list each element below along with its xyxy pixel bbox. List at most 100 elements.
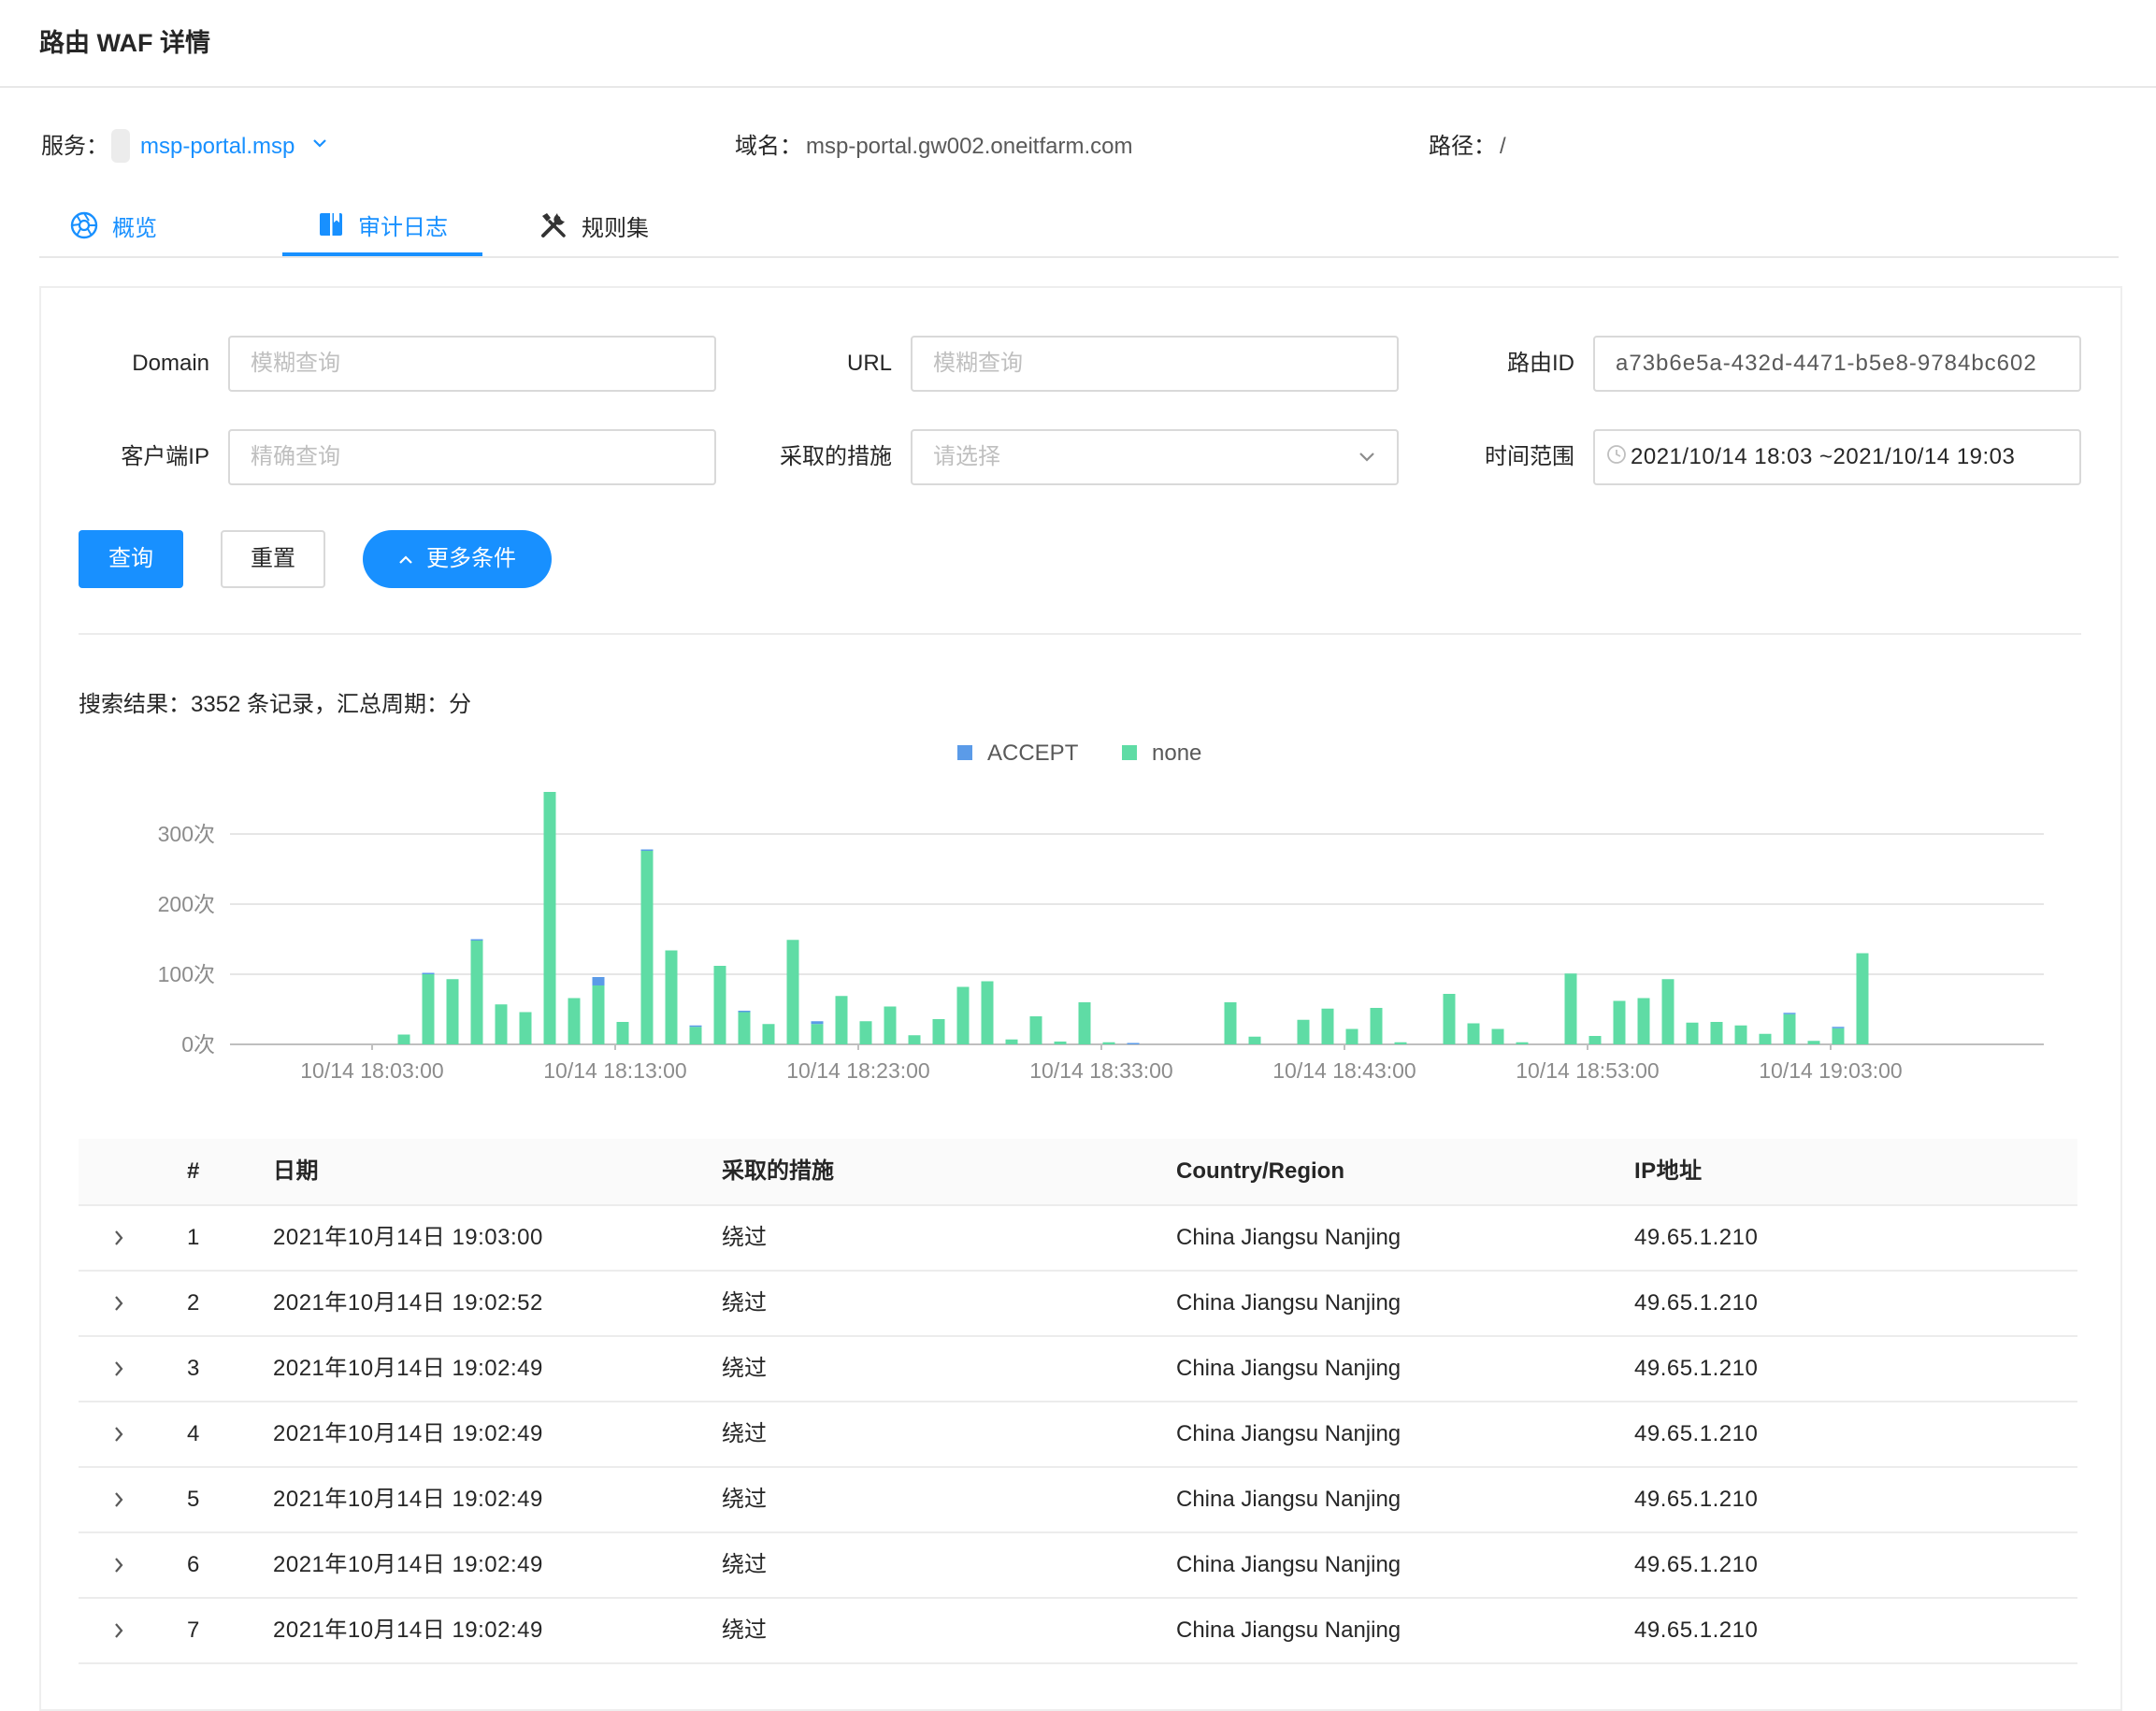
table-row[interactable]: 1 2021年10月14日 19:03:00 绕过 China Jiangsu Nan… xyxy=(79,1206,2077,1272)
bar-none[interactable] xyxy=(1370,1008,1383,1044)
url-filter-input[interactable] xyxy=(911,336,1399,392)
bar-none[interactable] xyxy=(835,996,848,1044)
bar-none[interactable] xyxy=(519,1012,532,1045)
bar-none[interactable] xyxy=(1856,953,1869,1045)
bar-none[interactable] xyxy=(1491,1028,1504,1045)
table-row[interactable]: 4 2021年10月14日 19:02:49 绕过 China Jiangsu Nan… xyxy=(79,1402,2077,1468)
bar-none[interactable] xyxy=(1102,1042,1115,1044)
domain-filter-input[interactable] xyxy=(228,336,716,392)
tab-audit-log[interactable]: 审计日志 xyxy=(282,196,482,256)
table-row[interactable]: 5 2021年10月14日 19:02:49 绕过 China Jiangsu Nan… xyxy=(79,1468,2077,1533)
bar-accept[interactable] xyxy=(640,849,654,852)
bar-none[interactable] xyxy=(1661,979,1674,1044)
bar-none[interactable] xyxy=(422,974,435,1044)
tab-rules[interactable]: 规则集 xyxy=(539,196,649,254)
bar-none[interactable] xyxy=(640,851,654,1044)
bar-none[interactable] xyxy=(1005,1039,1018,1044)
tab-rules-label: 规则集 xyxy=(582,215,649,241)
row-date: 2021年10月14日 19:02:49 xyxy=(273,1356,543,1381)
expand-chevron-icon[interactable] xyxy=(112,1599,125,1688)
time-range-picker[interactable]: 2021/10/14 18:03 ~2021/10/14 19:03 xyxy=(1593,429,2081,485)
bar-none[interactable] xyxy=(932,1019,945,1044)
bar-none[interactable] xyxy=(884,1006,897,1045)
bar-none[interactable] xyxy=(1807,1041,1820,1044)
x-tick-label: 10/14 18:23:00 xyxy=(786,1058,929,1083)
tab-overview[interactable]: 概览 xyxy=(69,196,157,254)
bar-accept[interactable] xyxy=(1832,1027,1845,1028)
bar-none[interactable] xyxy=(1588,1036,1602,1044)
bar-accept[interactable] xyxy=(811,1021,824,1025)
bar-accept[interactable] xyxy=(1127,1042,1140,1045)
chart-legend: ACCEPT none xyxy=(957,740,1201,766)
bar-none[interactable] xyxy=(1029,1016,1042,1044)
bar-accept[interactable] xyxy=(689,1025,702,1028)
reset-button[interactable]: 重置 xyxy=(221,530,325,588)
y-tick-label: 0次 xyxy=(181,1032,215,1057)
route-id-input[interactable]: a73b6e5a-432d-4471-b5e8-9784bc602 xyxy=(1593,336,2081,392)
bar-none[interactable] xyxy=(446,979,459,1044)
bar-none[interactable] xyxy=(616,1022,629,1044)
bar-none[interactable] xyxy=(1078,1002,1091,1044)
bar-none[interactable] xyxy=(762,1024,775,1044)
legend-swatch-none[interactable] xyxy=(1122,745,1137,760)
bar-accept[interactable] xyxy=(592,977,605,985)
bar-none[interactable] xyxy=(1297,1019,1310,1044)
bar-accept[interactable] xyxy=(738,1011,751,1013)
bar-none[interactable] xyxy=(470,941,483,1044)
bar-none[interactable] xyxy=(1759,1033,1772,1044)
bar-none[interactable] xyxy=(1832,1028,1845,1044)
bar-none[interactable] xyxy=(1321,1008,1334,1044)
row-action: 绕过 xyxy=(722,1421,767,1446)
table-row[interactable]: 3 2021年10月14日 19:02:49 绕过 China Jiangsu Nan… xyxy=(79,1337,2077,1402)
y-tick-label: 100次 xyxy=(158,962,215,986)
table-row[interactable]: 7 2021年10月14日 19:02:49 绕过 China Jiangsu Nan… xyxy=(79,1599,2077,1664)
bar-none[interactable] xyxy=(1613,1000,1626,1045)
row-action: 绕过 xyxy=(722,1487,767,1512)
bar-none[interactable] xyxy=(1443,994,1456,1044)
bar-none[interactable] xyxy=(811,1024,824,1044)
query-button[interactable]: 查询 xyxy=(79,530,183,588)
bar-none[interactable] xyxy=(1637,998,1650,1045)
more-conditions-button[interactable]: 更多条件 xyxy=(363,530,552,588)
bar-none[interactable] xyxy=(495,1004,508,1044)
legend-label[interactable]: none xyxy=(1152,740,1201,766)
domain-filter-label: Domain xyxy=(132,351,209,376)
bar-none[interactable] xyxy=(1394,1042,1407,1044)
bar-none[interactable] xyxy=(1345,1028,1358,1045)
bar-accept[interactable] xyxy=(470,939,483,942)
bar-none[interactable] xyxy=(689,1027,702,1044)
bar-none[interactable] xyxy=(786,940,799,1044)
bar-none[interactable] xyxy=(1734,1025,1747,1044)
bar-none[interactable] xyxy=(665,950,678,1045)
legend-swatch-accept[interactable] xyxy=(957,745,972,760)
bar-none[interactable] xyxy=(592,985,605,1044)
bar-none[interactable] xyxy=(956,986,970,1045)
bar-none[interactable] xyxy=(1467,1023,1480,1045)
bar-none[interactable] xyxy=(568,998,581,1045)
bar-none[interactable] xyxy=(908,1035,921,1044)
bar-none[interactable] xyxy=(1248,1036,1261,1044)
bar-none[interactable] xyxy=(981,981,994,1045)
bar-none[interactable] xyxy=(1224,1002,1237,1044)
bar-none[interactable] xyxy=(1686,1022,1699,1044)
service-select[interactable]: msp-portal.msp xyxy=(140,130,295,164)
action-select[interactable]: 请选择 xyxy=(911,429,1399,485)
bar-none[interactable] xyxy=(1516,1042,1529,1044)
table-row[interactable]: 2 2021年10月14日 19:02:52 绕过 China Jiangsu Nan… xyxy=(79,1272,2077,1337)
bar-none[interactable] xyxy=(738,1012,751,1045)
bar-accept[interactable] xyxy=(1783,1013,1796,1014)
bar-none[interactable] xyxy=(1564,973,1577,1044)
bar-none[interactable] xyxy=(1783,1014,1796,1044)
bar-none[interactable] xyxy=(1054,1042,1067,1044)
client-ip-input[interactable] xyxy=(228,429,716,485)
bar-accept[interactable] xyxy=(422,972,435,975)
chevron-down-icon[interactable] xyxy=(312,134,327,158)
bar-none[interactable] xyxy=(543,792,556,1044)
bar-none[interactable] xyxy=(1710,1022,1723,1044)
x-axis: 10/14 18:03:00 10/14 18:13:00 10/14 18:23:… xyxy=(300,1044,1903,1083)
bar-none[interactable] xyxy=(859,1021,872,1044)
bar-none[interactable] xyxy=(713,966,726,1044)
legend-label[interactable]: ACCEPT xyxy=(987,740,1079,766)
bar-none[interactable] xyxy=(397,1034,410,1045)
table-row[interactable]: 6 2021年10月14日 19:02:49 绕过 China Jiangsu Nan… xyxy=(79,1533,2077,1599)
